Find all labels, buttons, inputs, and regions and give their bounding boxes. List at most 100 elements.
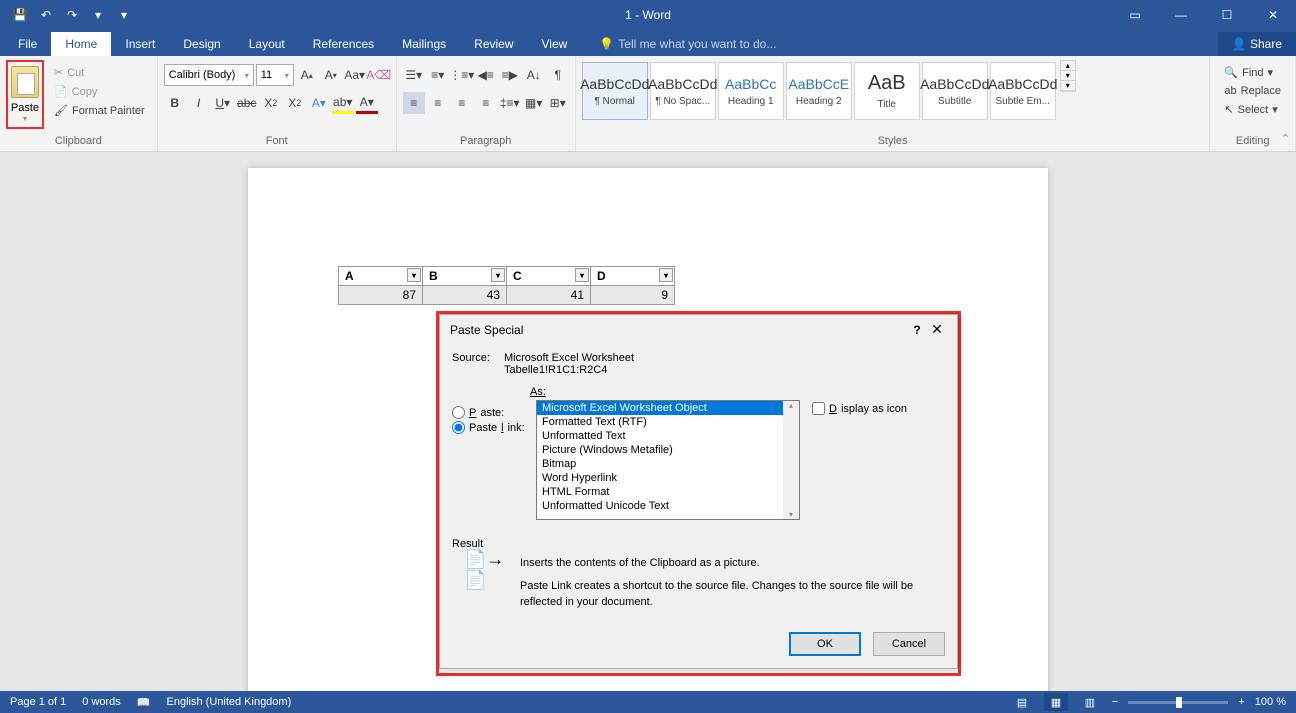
column-filter-icon[interactable]: ▾ xyxy=(575,268,589,282)
column-header[interactable]: C▾ xyxy=(507,267,591,286)
style-subtle-em-[interactable]: AaBbCcDdSubtle Em... xyxy=(990,62,1056,120)
bullets-button[interactable]: ☰▾ xyxy=(403,64,425,86)
tab-mailings[interactable]: Mailings xyxy=(388,32,460,56)
collapse-ribbon-icon[interactable]: ⌃ xyxy=(1281,132,1290,145)
table-cell[interactable]: 43 xyxy=(423,286,507,305)
style-heading-2[interactable]: AaBbCcEHeading 2 xyxy=(786,62,852,120)
word-count[interactable]: 0 words xyxy=(82,696,121,708)
customize-qat-icon[interactable]: ▾ xyxy=(112,3,136,27)
column-header[interactable]: D▾ xyxy=(591,267,675,286)
help-icon[interactable]: ? xyxy=(907,323,927,337)
select-button[interactable]: ↖Select ▾ xyxy=(1222,101,1283,118)
listbox-option[interactable]: Bitmap xyxy=(537,457,799,471)
style-heading-1[interactable]: AaBbCcHeading 1 xyxy=(718,62,784,120)
align-left-button[interactable]: ≡ xyxy=(403,92,425,114)
listbox-scrollbar[interactable]: ▴▾ xyxy=(783,401,799,519)
styles-more-icon[interactable]: ▾ xyxy=(1061,81,1075,91)
decrease-indent-button[interactable]: ◀≡ xyxy=(475,64,497,86)
dialog-close-icon[interactable]: ✕ xyxy=(927,321,947,338)
save-icon[interactable]: 💾 xyxy=(8,3,32,27)
style-subtitle[interactable]: AaBbCcDdSubtitle xyxy=(922,62,988,120)
qat-dropdown-icon[interactable]: ▾ xyxy=(86,3,110,27)
text-effects-button[interactable]: A▾ xyxy=(308,92,330,114)
borders-button[interactable]: ⊞▾ xyxy=(547,92,569,114)
tab-insert[interactable]: Insert xyxy=(111,32,169,56)
cancel-button[interactable]: Cancel xyxy=(873,632,945,656)
zoom-out-icon[interactable]: − xyxy=(1112,696,1118,708)
listbox-option[interactable]: Unformatted Unicode Text xyxy=(537,499,799,513)
table-cell[interactable]: 87 xyxy=(339,286,423,305)
table-cell[interactable]: 9 xyxy=(591,286,675,305)
align-right-button[interactable]: ≡ xyxy=(451,92,473,114)
subscript-button[interactable]: X2 xyxy=(260,92,282,114)
format-painter-button[interactable]: 🖌Format Painter xyxy=(48,102,151,119)
increase-indent-button[interactable]: ≡▶ xyxy=(499,64,521,86)
page-indicator[interactable]: Page 1 of 1 xyxy=(10,696,66,708)
column-header[interactable]: A▾ xyxy=(339,267,423,286)
numbering-button[interactable]: ≡▾ xyxy=(427,64,449,86)
tab-review[interactable]: Review xyxy=(460,32,527,56)
proofing-icon[interactable]: 📖 xyxy=(137,696,151,709)
maximize-icon[interactable]: ☐ xyxy=(1204,0,1250,30)
listbox-option[interactable]: HTML Format xyxy=(537,485,799,499)
listbox-option[interactable]: Unformatted Text xyxy=(537,429,799,443)
tab-design[interactable]: Design xyxy=(169,32,234,56)
zoom-slider[interactable] xyxy=(1128,701,1228,704)
align-center-button[interactable]: ≡ xyxy=(427,92,449,114)
line-spacing-button[interactable]: ‡≡▾ xyxy=(499,92,521,114)
style--normal[interactable]: AaBbCcDd¶ Normal xyxy=(582,62,648,120)
column-header[interactable]: B▾ xyxy=(423,267,507,286)
font-name-combo[interactable]: Calibri (Body)▾ xyxy=(164,64,254,86)
column-filter-icon[interactable]: ▾ xyxy=(407,268,421,282)
change-case-button[interactable]: Aa▾ xyxy=(344,64,366,86)
tab-references[interactable]: References xyxy=(299,32,388,56)
shading-button[interactable]: ▦▾ xyxy=(523,92,545,114)
format-listbox[interactable]: Microsoft Excel Worksheet ObjectFormatte… xyxy=(536,400,800,520)
listbox-option[interactable]: Word Hyperlink xyxy=(537,471,799,485)
ribbon-display-icon[interactable]: ▭ xyxy=(1112,0,1158,30)
close-icon[interactable]: ✕ xyxy=(1250,0,1296,30)
listbox-option[interactable]: Formatted Text (RTF) xyxy=(537,415,799,429)
column-filter-icon[interactable]: ▾ xyxy=(491,268,505,282)
grow-font-button[interactable]: A▴ xyxy=(296,64,318,86)
display-as-icon-checkbox[interactable]: Display as icon xyxy=(812,402,907,415)
print-layout-icon[interactable]: ▦ xyxy=(1044,693,1068,711)
style-title[interactable]: AaBTitle xyxy=(854,62,920,120)
minimize-icon[interactable]: — xyxy=(1158,0,1204,30)
paste-button[interactable]: Paste ▾ xyxy=(6,60,44,129)
styles-down-icon[interactable]: ▾ xyxy=(1061,71,1075,81)
web-layout-icon[interactable]: ▥ xyxy=(1078,693,1102,711)
tab-view[interactable]: View xyxy=(528,32,582,56)
style--no-spac-[interactable]: AaBbCcDd¶ No Spac... xyxy=(650,62,716,120)
redo-icon[interactable]: ↷ xyxy=(60,3,84,27)
bold-button[interactable]: B xyxy=(164,92,186,114)
tab-file[interactable]: File xyxy=(4,32,51,56)
read-mode-icon[interactable]: ▤ xyxy=(1010,693,1034,711)
undo-icon[interactable]: ↶ xyxy=(34,3,58,27)
tell-me-search[interactable]: 💡Tell me what you want to do... xyxy=(589,32,786,56)
cut-button[interactable]: ✂Cut xyxy=(48,64,151,81)
zoom-in-icon[interactable]: + xyxy=(1238,696,1244,708)
replace-button[interactable]: abReplace xyxy=(1222,83,1283,99)
paste-radio[interactable]: Paste: xyxy=(452,406,524,419)
embedded-excel-table[interactable]: A▾B▾C▾D▾ 8743419 xyxy=(338,266,675,305)
listbox-option[interactable]: Picture (Windows Metafile) xyxy=(537,443,799,457)
font-size-combo[interactable]: 11▾ xyxy=(256,64,294,86)
underline-button[interactable]: U▾ xyxy=(212,92,234,114)
multilevel-button[interactable]: ⋮≡▾ xyxy=(451,64,473,86)
italic-button[interactable]: I xyxy=(188,92,210,114)
show-marks-button[interactable]: ¶ xyxy=(547,64,569,86)
shrink-font-button[interactable]: A▾ xyxy=(320,64,342,86)
zoom-level[interactable]: 100 % xyxy=(1255,696,1286,708)
justify-button[interactable]: ≡ xyxy=(475,92,497,114)
language-indicator[interactable]: English (United Kingdom) xyxy=(167,696,292,708)
copy-button[interactable]: 📄Copy xyxy=(48,83,151,100)
font-color-button[interactable]: A▾ xyxy=(356,92,378,114)
tab-home[interactable]: Home xyxy=(51,32,111,56)
clear-format-button[interactable]: A⌫ xyxy=(368,64,390,86)
tab-layout[interactable]: Layout xyxy=(235,32,299,56)
find-button[interactable]: 🔍Find ▾ xyxy=(1222,64,1283,81)
column-filter-icon[interactable]: ▾ xyxy=(659,268,673,282)
strikethrough-button[interactable]: abc xyxy=(236,92,258,114)
styles-up-icon[interactable]: ▴ xyxy=(1061,61,1075,71)
